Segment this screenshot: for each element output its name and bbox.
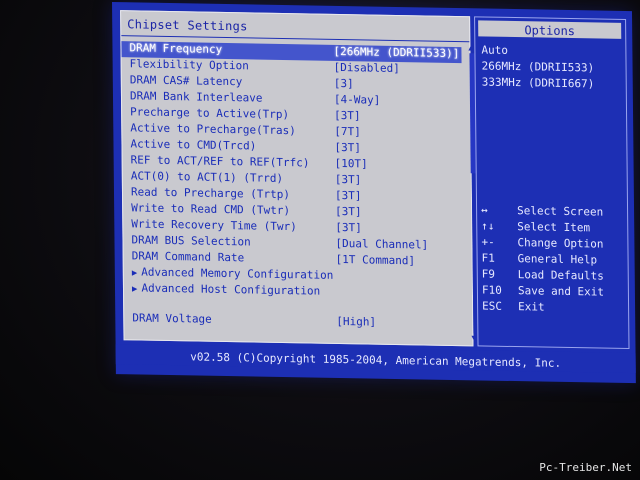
help-desc: Load Defaults [517,268,604,283]
submenu-label: Advanced Memory Configuration [141,265,334,282]
setting-value[interactable]: [4-Way] [334,93,380,107]
help-key: F1 [481,251,495,265]
setting-label: Flexibility Option [129,57,249,73]
help-key: ↑↓ [481,219,495,233]
submenu-label-wrap: ▶ Advanced Memory Configuration [132,265,334,282]
help-key: ↔ [481,203,488,217]
setting-label: DRAM Command Rate [131,249,245,265]
setting-value[interactable]: [266MHz (DDRII533)] [333,45,459,60]
setting-value[interactable]: [High] [336,315,376,329]
setting-label: ACT(0) to ACT(1) (Trrd) [130,169,284,185]
setting-label: DRAM BUS Selection [131,233,251,249]
help-key: +- [481,235,495,249]
help-desc: Select Item [517,220,591,235]
setting-value[interactable]: [10T] [335,157,368,171]
setting-value[interactable]: [3T] [335,173,362,186]
setting-label: DRAM Bank Interleave [129,89,263,105]
setting-value[interactable]: [3T] [335,205,362,218]
help-desc: General Help [517,252,598,267]
option-item-333mhz[interactable]: 333MHz (DDRII667) [482,75,595,90]
options-panel: Options Auto 266MHz (DDRII533) 333MHz (D… [474,16,630,350]
setting-label: Read to Precharge (Trtp) [130,185,290,202]
help-row-general-help: F1 General Help [478,251,628,269]
help-key: ESC [482,299,503,313]
bios-screen: Chipset Settings DRAM Frequency [266MHz … [112,2,636,384]
page-title: Chipset Settings [127,17,248,34]
setting-value[interactable]: [Dual Channel] [335,237,428,252]
option-item-auto[interactable]: Auto [481,43,508,56]
option-item-266mhz[interactable]: 266MHz (DDRII533) [482,59,595,74]
help-key: F10 [481,283,502,297]
help-row-select-screen: ↔ Select Screen [477,203,627,221]
setting-value[interactable]: [3T] [335,221,362,234]
submenu-arrow-icon: ▶ [131,284,138,295]
options-title-bar: Options [478,20,622,39]
scroll-up-icon[interactable]: ▲ [468,43,473,52]
setting-label: Write to Read CMD (Twtr) [131,201,291,218]
setting-value[interactable]: [1T Command] [336,253,416,267]
setting-label: Active to Precharge(Tras) [130,121,296,138]
help-row-save-and-exit: F10 Save and Exit [478,283,628,301]
setting-label: DRAM CAS# Latency [129,73,243,89]
setting-value[interactable]: [3] [334,77,354,90]
help-row-change-option: +- Change Option [477,235,627,253]
help-row-exit: ESC Exit [478,299,628,317]
help-key: F9 [481,267,496,281]
submenu-label-wrap: ▶ Advanced Host Configuration [131,281,321,298]
copyright-text: v02.58 (C)Copyright 1985-2004, American … [190,350,562,370]
help-desc: Save and Exit [517,284,605,299]
setting-label: REF to ACT/REF to REF(Trfc) [130,153,310,170]
setting-label: Write Recovery Time (Twr) [131,217,297,234]
setting-label: Precharge to Active(Trp) [130,105,290,122]
setting-value[interactable]: [Disabled] [334,61,400,75]
help-row-load-defaults: F9 Load Defaults [478,267,628,285]
help-row-select-item: ↑↓ Select Item [477,219,627,237]
help-desc: Select Screen [517,204,604,219]
setting-label: Active to CMD(Trcd) [130,137,257,153]
help-desc: Change Option [517,236,604,251]
options-title: Options [524,23,576,39]
help-desc: Exit [518,300,545,314]
setting-dram-voltage[interactable]: DRAM Voltage [High] [124,311,464,333]
submenu-arrow-icon: ▶ [131,268,138,279]
setting-value[interactable]: [3T] [334,109,361,122]
scroll-down-icon[interactable]: ▼ [471,333,476,342]
setting-label: DRAM Frequency [129,41,223,56]
copyright-footer: v02.58 (C)Copyright 1985-2004, American … [115,344,636,374]
submenu-label: Advanced Host Configuration [141,281,321,298]
setting-label: DRAM Voltage [132,311,212,326]
setting-value[interactable]: [3T] [334,141,361,154]
watermark: Pc-Treiber.Net [539,461,632,474]
chipset-settings-panel: Chipset Settings DRAM Frequency [266MHz … [120,10,478,347]
setting-value[interactable]: [3T] [335,189,362,202]
setting-value[interactable]: [7T] [334,125,361,138]
